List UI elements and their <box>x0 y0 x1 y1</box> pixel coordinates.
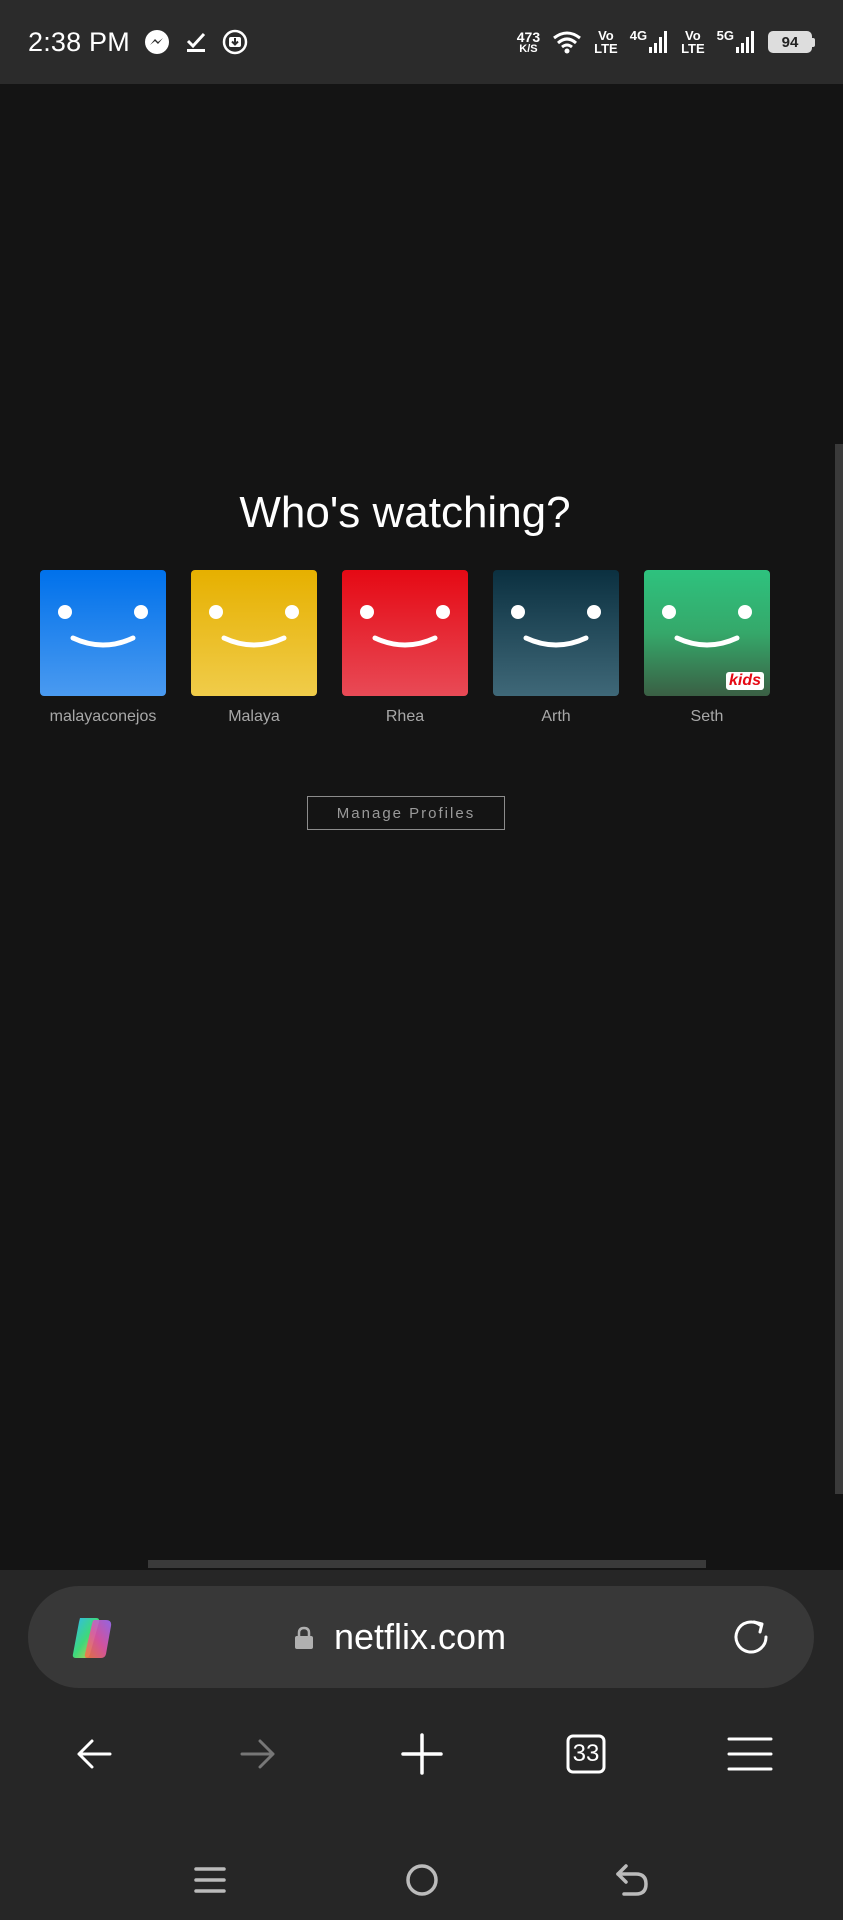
status-right: 473 K/S Vo LTE 4G Vo LTE 5G 94 <box>517 29 815 55</box>
recent-apps-icon[interactable] <box>180 1850 240 1910</box>
tabs-icon[interactable]: 33 <box>546 1714 626 1794</box>
profile-arth[interactable]: Arth <box>493 570 619 726</box>
back-icon[interactable] <box>602 1850 662 1910</box>
profile-malaya[interactable]: Malaya <box>191 570 317 726</box>
battery-level: 94 <box>768 31 812 53</box>
signal-icon <box>649 29 669 55</box>
sim1-network: 4G <box>630 29 669 55</box>
vertical-scrollbar[interactable] <box>835 444 843 1494</box>
net-speed-value: 473 <box>516 28 541 45</box>
back-arrow-icon[interactable] <box>54 1714 134 1794</box>
profile-avatar[interactable]: kids <box>644 570 770 696</box>
profile-seth[interactable]: kids Seth <box>644 570 770 726</box>
status-time: 2:38 PM <box>28 26 130 57</box>
profile-malayaconejos[interactable]: malayaconejos <box>40 570 166 726</box>
messenger-icon <box>144 29 170 55</box>
profile-rhea[interactable]: Rhea <box>342 570 468 726</box>
menu-icon[interactable] <box>710 1714 790 1794</box>
address-bar[interactable]: netflix.com <box>28 1586 814 1688</box>
browser-nav-row: 33 <box>0 1714 843 1794</box>
profile-list: malayaconejos Malaya Rhea Arth kids Seth <box>40 570 770 726</box>
battery-tip <box>812 37 815 47</box>
sim2-volte: Vo LTE <box>681 29 705 55</box>
lock-icon <box>293 1626 315 1655</box>
url-text[interactable]: netflix.com <box>334 1614 506 1660</box>
download-icon <box>222 29 248 55</box>
sim1-volte: Vo LTE <box>594 29 618 55</box>
sim2-network-label: 5G <box>716 28 734 43</box>
home-icon[interactable] <box>392 1850 452 1910</box>
sim2-network: 5G <box>717 29 756 55</box>
profile-name: malayaconejos <box>49 708 157 725</box>
new-tab-icon[interactable] <box>382 1714 462 1794</box>
system-nav-bar <box>0 1850 843 1910</box>
profile-gate: Who's watching? malayaconejos Malaya Rhe… <box>0 84 843 1570</box>
forward-arrow-icon[interactable] <box>218 1714 298 1794</box>
copilot-icon[interactable] <box>66 1612 118 1669</box>
sim1-volte-bottom: LTE <box>594 41 618 56</box>
kids-badge: kids <box>725 672 764 690</box>
profile-name: Rhea <box>385 708 425 725</box>
battery-icon: 94 <box>768 31 815 53</box>
wifi-icon <box>552 30 582 54</box>
profile-name: Malaya <box>228 708 280 725</box>
net-speed-unit: K/S <box>519 42 538 55</box>
browser-toolbar: netflix.com 33 <box>0 1570 843 1920</box>
profile-name: Seth <box>690 708 724 725</box>
horizontal-scrollbar[interactable] <box>148 1560 706 1568</box>
tab-count: 33 <box>572 1740 600 1767</box>
status-bar: 2:38 PM 473 K/S Vo LTE 4G Vo LTE 5G 94 <box>0 0 843 84</box>
manage-profiles-button[interactable]: Manage Profiles <box>307 796 505 830</box>
reload-icon[interactable] <box>728 1614 774 1665</box>
profile-avatar[interactable] <box>191 570 317 696</box>
profile-name: Arth <box>541 708 571 725</box>
profile-avatar[interactable] <box>493 570 619 696</box>
page-title: Who's watching? <box>239 488 571 537</box>
sim2-volte-bottom: LTE <box>681 41 705 56</box>
net-speed: 473 K/S <box>517 30 540 55</box>
status-left: 2:38 PM <box>28 27 248 58</box>
checkmark-icon <box>184 30 208 54</box>
sim1-network-label: 4G <box>629 28 648 43</box>
profile-avatar[interactable] <box>40 570 166 696</box>
signal-icon <box>736 29 756 55</box>
profile-avatar[interactable] <box>342 570 468 696</box>
